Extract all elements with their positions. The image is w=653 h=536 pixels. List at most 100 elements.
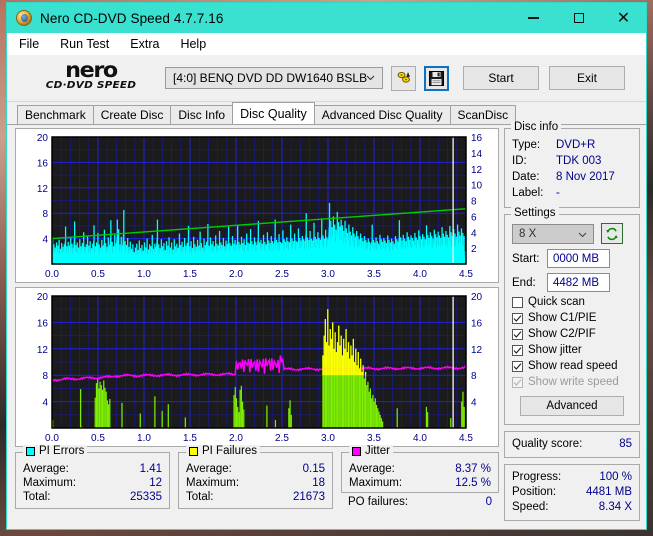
jitter-average-value: 8.37 % — [455, 463, 491, 475]
svg-text:8: 8 — [471, 371, 477, 382]
start-button[interactable]: Start — [463, 66, 539, 90]
tab-create-disc[interactable]: Create Disc — [92, 105, 172, 124]
pi-errors-chart: 4 8 12 16 20 2 4 6 8 10 12 14 16 0.0 0.5 1.0 1.5 2.0 2.5 3.… — [15, 128, 499, 283]
pi-errors-stats: PI Errors Average: 1.41 Maximum: 12 Total:… — [15, 445, 170, 509]
menu-bar: File Run Test Extra Help — [7, 33, 646, 55]
nero-disc-icon — [16, 10, 32, 26]
menu-item-extra[interactable]: Extra — [128, 36, 161, 52]
settings-legend: Settings — [511, 207, 559, 219]
application-window: Nero CD-DVD Speed 4.7.7.16 ✕ File Run Te… — [6, 2, 647, 530]
refresh-icon-button[interactable] — [601, 223, 623, 244]
progress-label: Progress: — [512, 471, 562, 483]
disc-speed-icon-button[interactable] — [391, 65, 416, 91]
svg-text:8: 8 — [42, 371, 48, 382]
quality-score-value: 85 — [619, 438, 632, 450]
end-input[interactable]: 4482 MB — [547, 273, 610, 292]
checkbox-show-c1-pie[interactable]: Show C1/PIE — [512, 312, 632, 324]
quality-score-label: Quality score: — [512, 438, 583, 450]
pi-failures-swatch — [189, 446, 198, 456]
progress-value: 100 % — [599, 471, 632, 483]
tab-disc-info[interactable]: Disc Info — [170, 105, 234, 124]
checkbox-label: Show read speed — [528, 360, 618, 372]
tab-scandisc[interactable]: ScanDisc — [449, 105, 517, 124]
speed-select[interactable]: 8 X — [512, 223, 594, 244]
pi-errors-maximum-value: 12 — [149, 477, 162, 489]
drive-select[interactable]: [4:0] BENQ DVD DD DW1640 BSLB — [165, 67, 383, 89]
po-failures-value: 0 — [485, 496, 492, 508]
jitter-average-label: Average: — [349, 463, 395, 475]
checkbox-label: Show jitter — [528, 344, 582, 356]
checkbox-box — [512, 376, 523, 388]
svg-text:1.5: 1.5 — [183, 433, 197, 444]
svg-text:16: 16 — [471, 318, 483, 329]
advanced-button[interactable]: Advanced — [520, 396, 624, 416]
start-field-label: Start: — [512, 252, 540, 265]
tab-benchmark[interactable]: Benchmark — [17, 105, 94, 124]
pi-errors-average-label: Average: — [23, 463, 69, 475]
speed-label: Speed: — [512, 501, 549, 513]
svg-text:2.5: 2.5 — [275, 433, 289, 444]
checkbox-show-read-speed[interactable]: Show read speed — [512, 360, 632, 372]
disc-id-value: TDK 003 — [556, 155, 602, 167]
svg-text:8: 8 — [42, 209, 48, 220]
checkbox-box — [512, 328, 523, 340]
checkbox-quick-scan[interactable]: Quick scan — [512, 296, 632, 308]
pi-errors-total-value: 25335 — [130, 491, 162, 503]
tab-disc-quality[interactable]: Disc Quality — [232, 102, 315, 124]
disc-type-label: Type: — [512, 139, 541, 151]
checkbox-show-c2-pif[interactable]: Show C2/PIF — [512, 328, 632, 340]
disc-info-row-label: Label: - — [512, 185, 632, 201]
minimize-button[interactable] — [511, 3, 556, 33]
exit-button[interactable]: Exit — [549, 66, 625, 90]
svg-text:8: 8 — [471, 197, 477, 208]
jitter-stats: Jitter Average: 8.37 % Maximum: 12.5 % — [341, 445, 499, 493]
window-title: Nero CD-DVD Speed 4.7.7.16 — [40, 10, 224, 26]
svg-text:4.5: 4.5 — [459, 433, 473, 444]
svg-text:0.0: 0.0 — [45, 269, 59, 280]
close-button[interactable]: ✕ — [601, 3, 646, 33]
window-controls: ✕ — [511, 3, 646, 33]
svg-text:0.5: 0.5 — [91, 269, 105, 280]
pi-errors-maximum-label: Maximum: — [23, 477, 77, 489]
end-input-value: 4482 MB — [553, 276, 600, 289]
svg-text:14: 14 — [471, 149, 483, 160]
disc-date-label: Date: — [512, 171, 540, 183]
nero-logo-sub: CD·DVD SPEED — [45, 80, 137, 91]
checkbox-box — [512, 296, 523, 308]
progress-group: Progress: 100 % Position: 4481 MB Speed: 8.… — [504, 464, 640, 521]
checkbox-box — [512, 344, 523, 356]
svg-text:3.5: 3.5 — [367, 269, 381, 280]
save-floppy-icon-button[interactable] — [424, 65, 449, 91]
tab-advanced-disc-quality[interactable]: Advanced Disc Quality — [313, 105, 451, 124]
svg-text:4: 4 — [42, 235, 48, 246]
po-failures-row: PO failures: 0 — [341, 495, 499, 509]
disc-id-label: ID: — [512, 155, 527, 167]
nero-logo: nero CD·DVD SPEED — [31, 60, 151, 96]
pi-failures-stats: PI Failures Average: 0.15 Maximum: 18 Tota… — [178, 445, 333, 509]
pi-errors-total-label: Total: — [23, 491, 51, 503]
checkbox-label: Show write speed — [528, 376, 619, 388]
drive-select-value: [4:0] BENQ DVD DD DW1640 BSLB — [173, 71, 368, 85]
stat-row: Maximum: 12 — [16, 476, 169, 490]
checkbox-label: Show C2/PIF — [528, 328, 596, 340]
disc-info-legend: Disc info — [511, 121, 562, 133]
menu-item-help[interactable]: Help — [178, 36, 208, 52]
jitter-stats-legend: Jitter — [349, 445, 393, 457]
svg-text:4.5: 4.5 — [459, 269, 473, 280]
menu-item-run-test[interactable]: Run Test — [58, 36, 111, 52]
jitter-title: Jitter — [365, 445, 390, 457]
disc-label-value: - — [556, 187, 560, 199]
menu-item-file[interactable]: File — [17, 36, 41, 52]
charts-area: 4 8 12 16 20 2 4 6 8 10 12 14 16 0.0 0.5 1.0 1.5 2.0 2.5 3.… — [15, 128, 499, 447]
svg-text:1.0: 1.0 — [137, 269, 151, 280]
maximize-button[interactable] — [556, 3, 601, 33]
disc-info-row-date: Date: 8 Nov 2017 — [512, 169, 632, 185]
svg-text:12: 12 — [37, 345, 49, 356]
svg-text:2.0: 2.0 — [229, 433, 243, 444]
svg-text:1.0: 1.0 — [137, 433, 151, 444]
checkbox-show-jitter[interactable]: Show jitter — [512, 344, 632, 356]
svg-text:16: 16 — [37, 318, 49, 329]
start-input[interactable]: 0000 MB — [547, 249, 610, 268]
checkbox-box — [512, 312, 523, 324]
pi-errors-stats-legend: PI Errors — [23, 445, 88, 457]
